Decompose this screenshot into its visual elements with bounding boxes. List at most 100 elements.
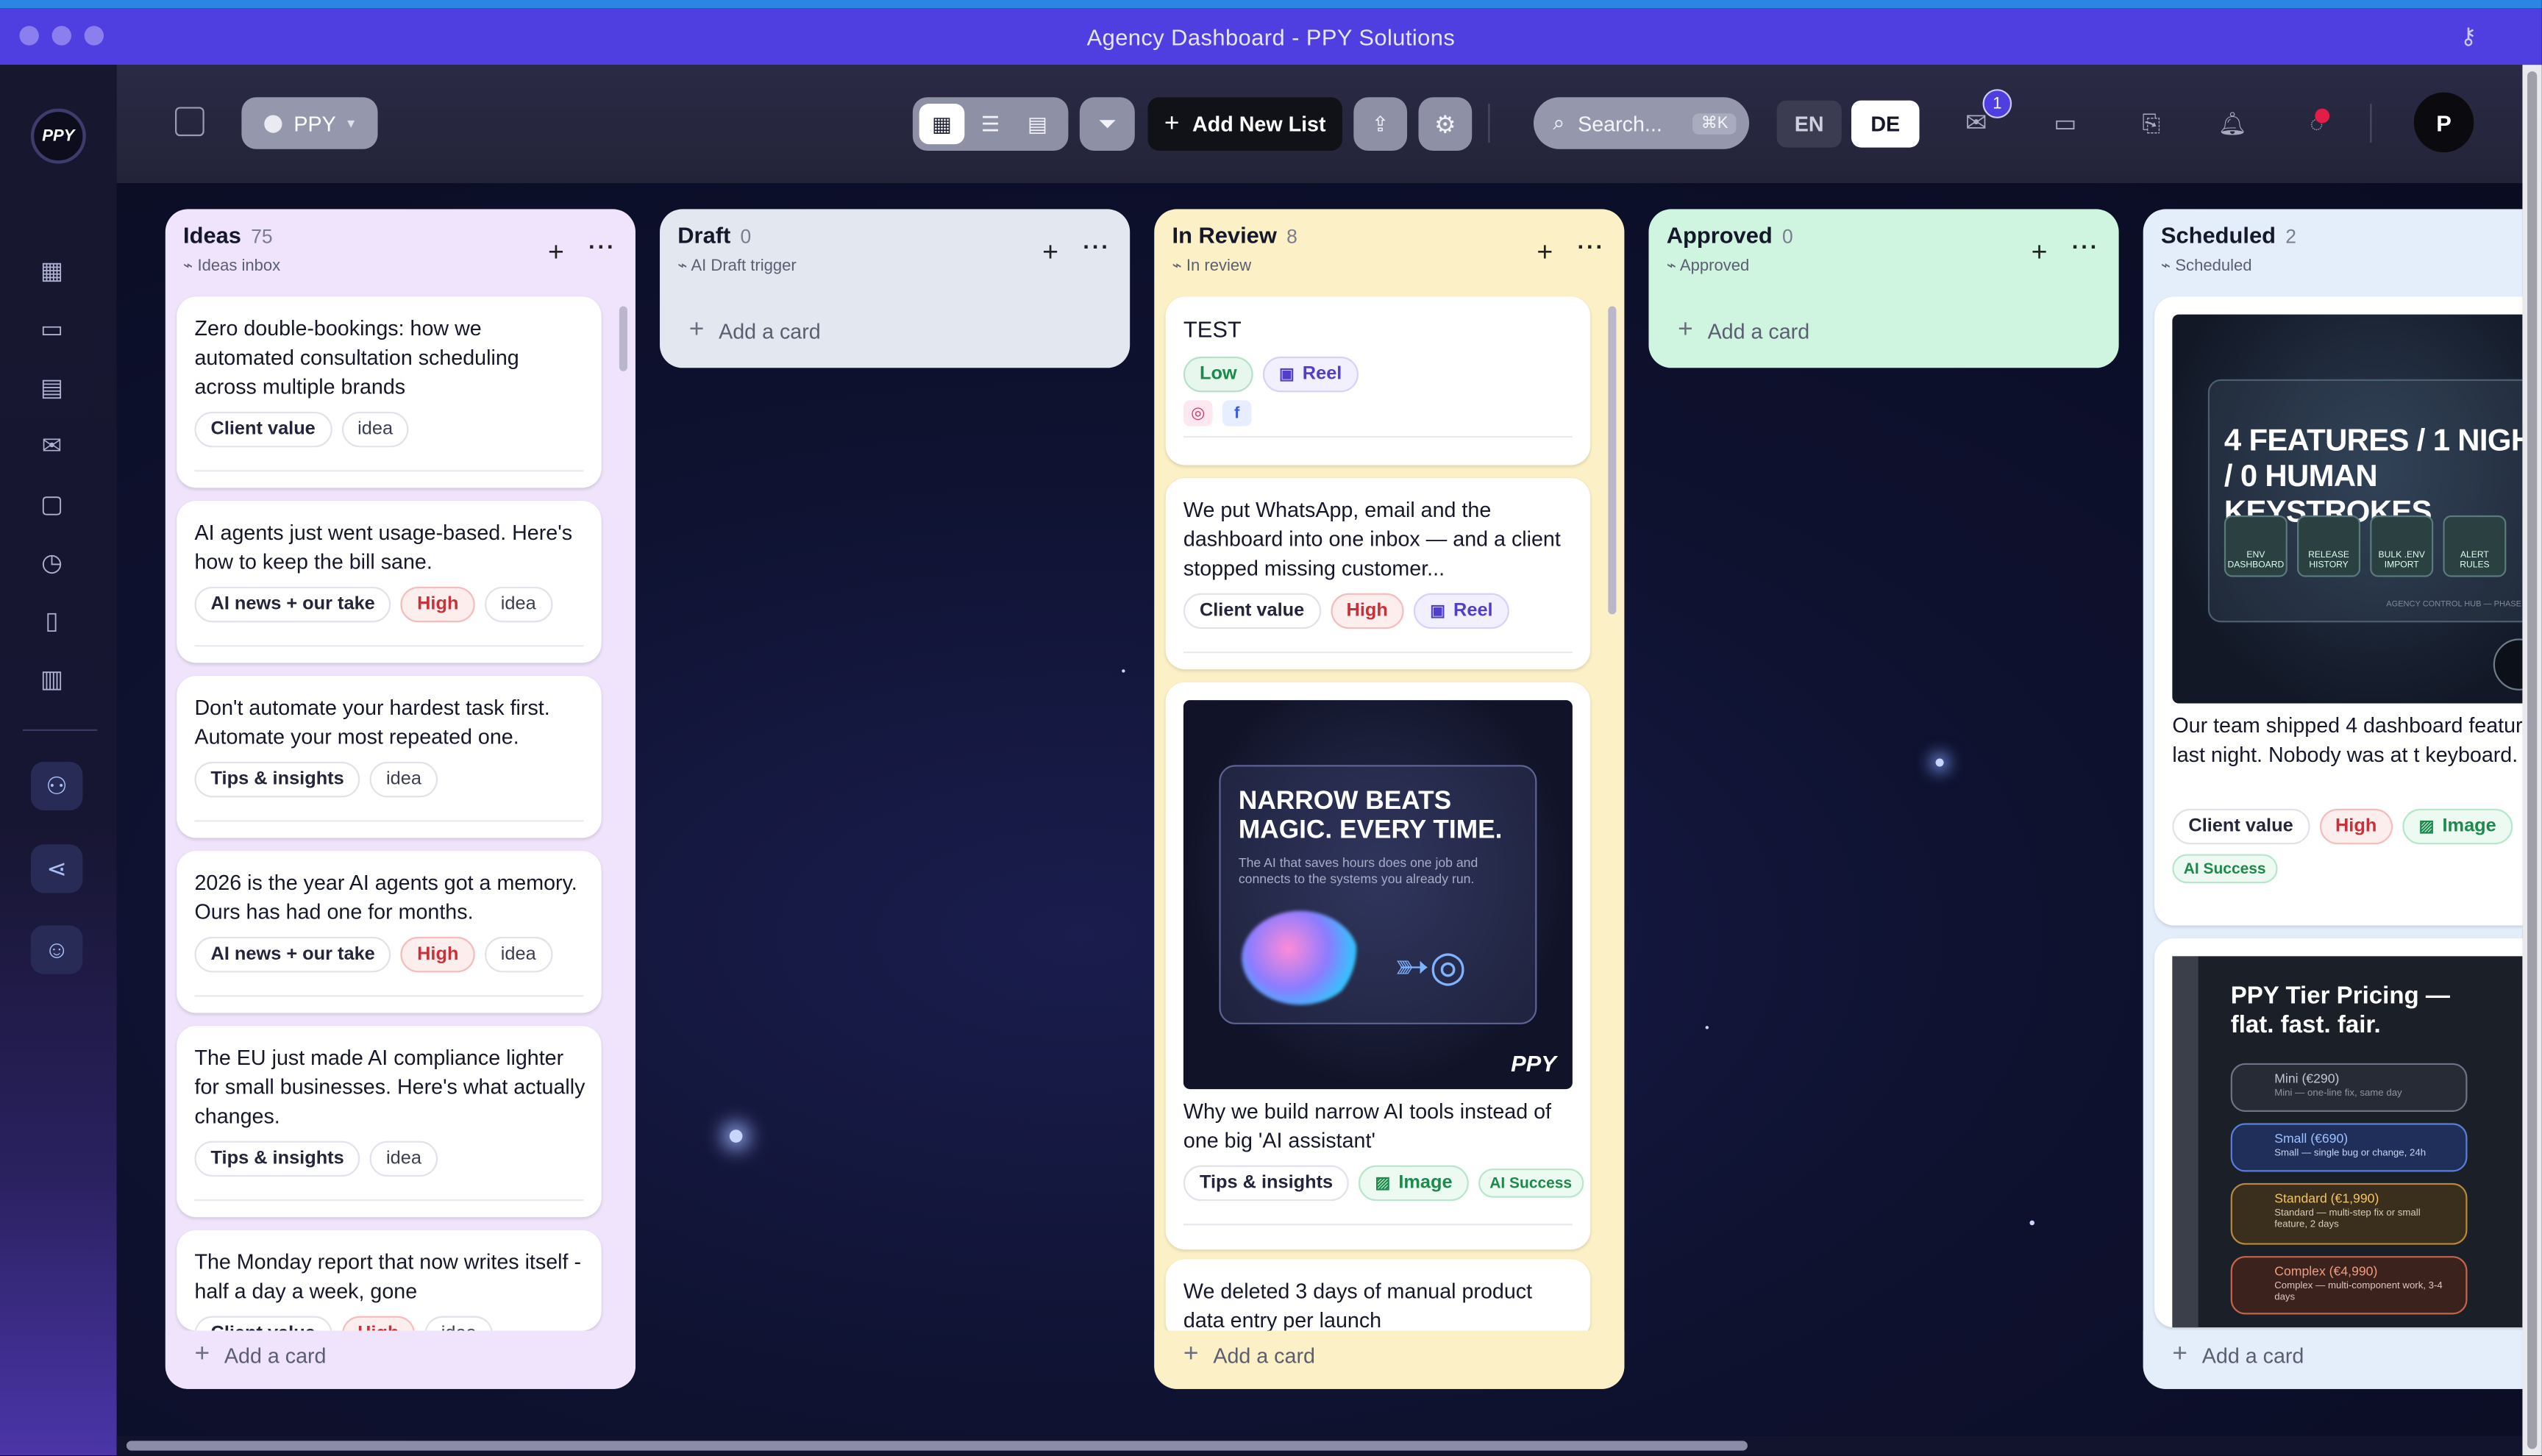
mail-icon[interactable]: ✉ xyxy=(34,428,69,463)
add-new-list-label: Add New List xyxy=(1192,112,1326,137)
card-divider xyxy=(1183,435,1573,438)
add-card-plus-icon[interactable]: + xyxy=(1042,237,1058,269)
toolbar-divider-2 xyxy=(2370,104,2372,143)
search-placeholder: Search... xyxy=(1578,110,1662,136)
filter-icon[interactable]: ⏷ xyxy=(1079,97,1135,151)
film-icon: ▣ xyxy=(1430,602,1446,621)
list-item[interactable]: PPY Tier Pricing — flat. fast. fair. Min… xyxy=(2154,938,2523,1328)
add-card-button[interactable]: + Add a card xyxy=(194,1341,326,1370)
chat-icon[interactable]: ▢ xyxy=(34,486,69,521)
sidebar-toggle-icon[interactable] xyxy=(175,107,204,137)
lang-de-button[interactable]: DE xyxy=(1851,100,1920,148)
calendar-view-icon[interactable]: ▤ xyxy=(1015,104,1061,144)
history-clock-icon[interactable]: ◷ xyxy=(34,545,69,580)
list-scrollbar[interactable] xyxy=(619,306,627,371)
list-item[interactable]: We put WhatsApp, email and the dashboard… xyxy=(1165,478,1591,670)
card-divider xyxy=(194,995,584,997)
tag: idea xyxy=(484,586,552,623)
list-menu-icon[interactable]: ··· xyxy=(2072,233,2099,259)
settings-gear-icon[interactable]: ⚙ xyxy=(1418,97,1473,151)
messages-icon[interactable]: ▭ xyxy=(2048,107,2083,139)
bg-star xyxy=(1935,758,1944,767)
list-item[interactable]: TEST Low ▣ Reel ◎ f xyxy=(1165,296,1591,465)
list-item[interactable]: NARROW BEATS MAGIC. EVERY TIME. The AI t… xyxy=(1165,682,1591,1250)
card-title: TEST xyxy=(1183,315,1242,343)
analytics-icon[interactable]: ▥ xyxy=(34,661,69,696)
team-icon[interactable]: ⚇ xyxy=(30,761,83,810)
scrollbar-thumb[interactable] xyxy=(126,1441,1748,1451)
list-menu-icon[interactable]: ··· xyxy=(1083,233,1110,259)
add-card-plus-icon[interactable]: + xyxy=(548,237,564,269)
board-horizontal-scrollbar[interactable] xyxy=(116,1435,2523,1456)
status-badge: AI Success xyxy=(2172,854,2277,884)
channel-icons: ◎ f xyxy=(1183,400,1252,427)
zoom-dot[interactable] xyxy=(84,26,104,46)
tag: idea xyxy=(484,936,552,973)
list-approved: Approved 0 ⌁ Approved + ··· + Add a card xyxy=(1648,209,2119,368)
list-item[interactable]: The EU just made AI compliance lighter f… xyxy=(177,1026,602,1218)
priority-tag: Low xyxy=(1183,356,1253,393)
schedule-calendar-icon[interactable]: ▤ xyxy=(34,370,69,405)
list-menu-icon[interactable]: ··· xyxy=(588,233,616,259)
share-icon[interactable]: ⋖ xyxy=(30,844,83,893)
list-item[interactable]: 2026 is the year AI agents got a memory.… xyxy=(177,851,602,1013)
list-menu-icon[interactable]: ··· xyxy=(1577,233,1604,259)
add-new-list-button[interactable]: + Add New List xyxy=(1147,97,1342,151)
list-item[interactable]: Zero double-bookings: how we automated c… xyxy=(177,296,602,488)
tier-row: Standard (€1,990) Standard — multi-step … xyxy=(2230,1182,2468,1245)
status-dot xyxy=(2315,108,2330,124)
scrollbar-thumb[interactable] xyxy=(2527,71,2538,1449)
minimize-dot[interactable] xyxy=(51,26,71,46)
add-card-button[interactable]: + Add a card xyxy=(1183,1341,1315,1370)
window-vertical-scrollbar[interactable] xyxy=(2522,65,2542,1456)
tier-row: Complex (€4,990) Complex — multi-compone… xyxy=(2230,1256,2468,1315)
add-card-button[interactable]: + Add a card xyxy=(1678,316,1809,346)
key-icon[interactable]: ⚷ xyxy=(2460,23,2477,50)
tickets-icon[interactable]: ⎘ xyxy=(2133,107,2168,139)
format-tag: ▨ Image xyxy=(2402,808,2513,845)
dashboard-grid-icon[interactable]: ▦ xyxy=(34,253,69,288)
document-icon[interactable]: ▯ xyxy=(34,603,69,638)
list-item[interactable]: We deleted 3 days of manual product data… xyxy=(1165,1259,1591,1341)
list-title[interactable]: Draft 0 xyxy=(677,222,751,248)
list-item[interactable]: Don't automate your hardest task first. … xyxy=(177,676,602,838)
list-count: 0 xyxy=(1781,225,1793,249)
list-scrollbar[interactable] xyxy=(1608,306,1617,615)
lang-en-button[interactable]: EN xyxy=(1776,100,1842,148)
blob-graphic xyxy=(1242,910,1359,1005)
tag: AI news + our take xyxy=(194,936,391,973)
list-item[interactable]: 4 FEATURES / 1 NIGHT / 0 HUMAN KEYSTROKE… xyxy=(2154,296,2523,926)
close-dot[interactable] xyxy=(19,26,39,46)
card-image: 4 FEATURES / 1 NIGHT / 0 HUMAN KEYSTROKE… xyxy=(2172,314,2523,704)
add-card-plus-icon[interactable]: + xyxy=(1537,237,1553,269)
add-card-plus-icon[interactable]: + xyxy=(2032,237,2048,269)
add-card-button[interactable]: + Add a card xyxy=(689,316,821,346)
calendar-icon[interactable]: ▭ xyxy=(34,311,69,346)
list-title[interactable]: In Review 8 xyxy=(1172,222,1297,248)
export-icon[interactable]: ⇪ xyxy=(1353,97,1408,151)
avatar[interactable]: P xyxy=(2413,92,2474,153)
user-icon[interactable]: ☺ xyxy=(30,925,83,974)
format-tag: ▣ Reel xyxy=(1414,593,1509,629)
list-title[interactable]: Approved 0 xyxy=(1667,222,1793,248)
board-view-icon[interactable]: ▦ xyxy=(919,104,965,145)
list-title[interactable]: Scheduled 2 xyxy=(2161,222,2296,248)
kanban-board: Ideas 75 ⌁ Ideas inbox + ··· Zero double-… xyxy=(116,183,2523,1436)
window-controls[interactable] xyxy=(19,26,104,46)
app-logo[interactable]: PPY xyxy=(30,108,86,164)
card-divider xyxy=(194,1199,584,1202)
list-item[interactable]: The Monday report that now writes itself… xyxy=(177,1230,602,1331)
workspace-selector[interactable]: PPY ▾ xyxy=(241,97,378,149)
card-title: Our team shipped 4 dashboard features la… xyxy=(2172,713,2523,767)
list-item[interactable]: AI agents just went usage-based. Here's … xyxy=(177,501,602,663)
list-count: 8 xyxy=(1286,225,1297,249)
list-subtitle: ⌁ In review xyxy=(1172,257,1252,276)
add-card-button[interactable]: + Add a card xyxy=(2172,1341,2304,1370)
search-input[interactable]: ⌕ Search... ⌘K xyxy=(1533,97,1750,149)
tag: idea xyxy=(369,761,438,798)
list-title[interactable]: Ideas 75 xyxy=(183,222,273,248)
list-view-icon[interactable]: ☰ xyxy=(968,104,1014,144)
card-image: PPY Tier Pricing — flat. fast. fair. Min… xyxy=(2172,956,2523,1328)
image-footer: AGENCY CONTROL HUB — PHASE 7 xyxy=(2386,599,2523,610)
bell-icon[interactable]: 🔔︎ xyxy=(2215,107,2250,139)
